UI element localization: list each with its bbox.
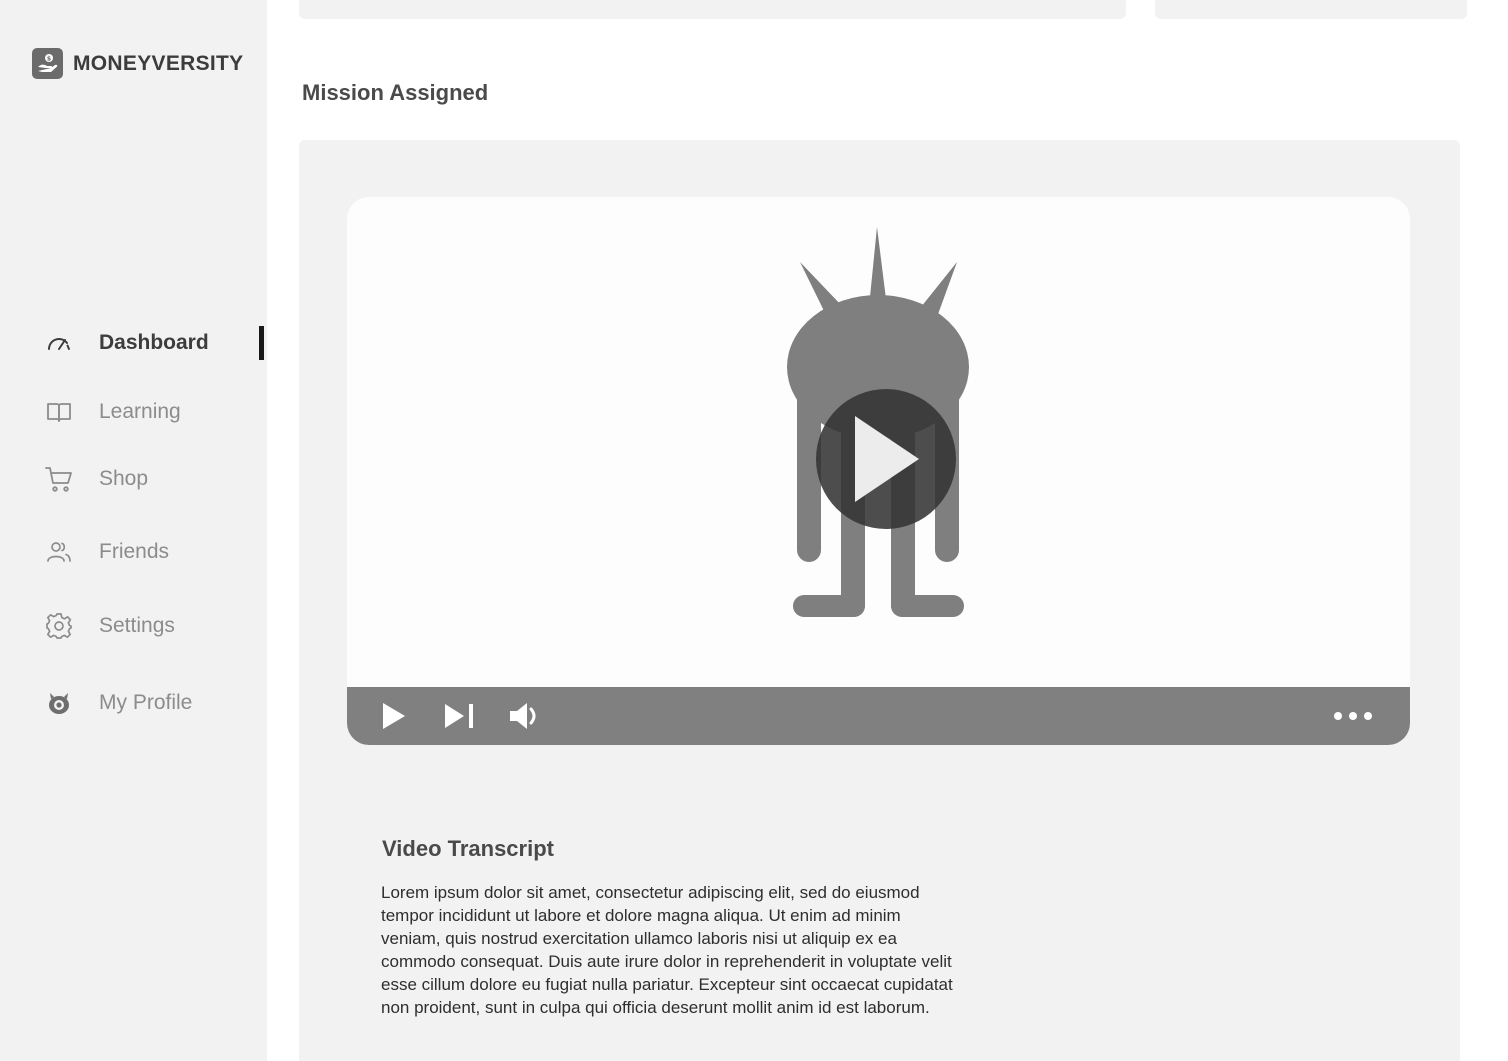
sidebar-item-settings[interactable]: Settings bbox=[42, 609, 175, 643]
transcript-text: Lorem ipsum dolor sit amet, consectetur … bbox=[381, 883, 953, 1017]
big-play-button[interactable] bbox=[816, 389, 956, 529]
svg-text:$: $ bbox=[46, 55, 50, 62]
sidebar-item-label: Friends bbox=[99, 540, 170, 563]
sidebar-item-dashboard[interactable]: Dashboard bbox=[42, 326, 209, 360]
sidebar-item-label: My Profile bbox=[99, 691, 193, 714]
cart-icon bbox=[42, 462, 76, 496]
volume-button[interactable] bbox=[507, 687, 543, 745]
sidebar-item-label: Dashboard bbox=[99, 331, 209, 354]
play-button[interactable] bbox=[377, 687, 411, 745]
brand-name: MONEYVERSITY bbox=[73, 51, 244, 75]
top-card-placeholder bbox=[1155, 0, 1467, 19]
transcript-title: Video Transcript bbox=[382, 836, 554, 861]
monster-avatar-icon bbox=[42, 686, 76, 720]
users-icon bbox=[42, 535, 76, 569]
sidebar-item-learning[interactable]: Learning bbox=[42, 395, 181, 429]
mission-panel: Video Transcript Lorem ipsum dolor sit a… bbox=[299, 140, 1460, 1061]
sidebar-item-shop[interactable]: Shop bbox=[42, 462, 148, 496]
sidebar-item-label: Settings bbox=[99, 614, 175, 637]
video-controls bbox=[347, 687, 1410, 745]
sidebar-item-my-profile[interactable]: My Profile bbox=[42, 686, 192, 720]
sidebar: $ MONEYVERSITY Dashboard Learning Shop F… bbox=[0, 0, 267, 1061]
volume-icon bbox=[510, 703, 536, 729]
gear-icon bbox=[42, 609, 76, 643]
active-indicator bbox=[259, 326, 264, 360]
more-icon bbox=[1334, 712, 1372, 720]
book-icon bbox=[42, 395, 76, 429]
play-icon bbox=[383, 703, 405, 729]
sidebar-item-friends[interactable]: Friends bbox=[42, 535, 169, 569]
next-button[interactable] bbox=[442, 687, 478, 745]
top-card-placeholder bbox=[299, 0, 1126, 19]
brand[interactable]: $ MONEYVERSITY bbox=[32, 48, 243, 79]
skip-next-icon bbox=[445, 704, 473, 728]
hand-coin-icon: $ bbox=[32, 48, 63, 79]
section-title: Mission Assigned bbox=[302, 80, 489, 105]
sidebar-item-label: Learning bbox=[99, 400, 181, 423]
video-player[interactable] bbox=[347, 197, 1410, 745]
play-icon bbox=[855, 416, 919, 502]
gauge-icon bbox=[42, 326, 76, 360]
more-options-button[interactable] bbox=[1332, 687, 1374, 745]
sidebar-item-label: Shop bbox=[99, 467, 149, 490]
